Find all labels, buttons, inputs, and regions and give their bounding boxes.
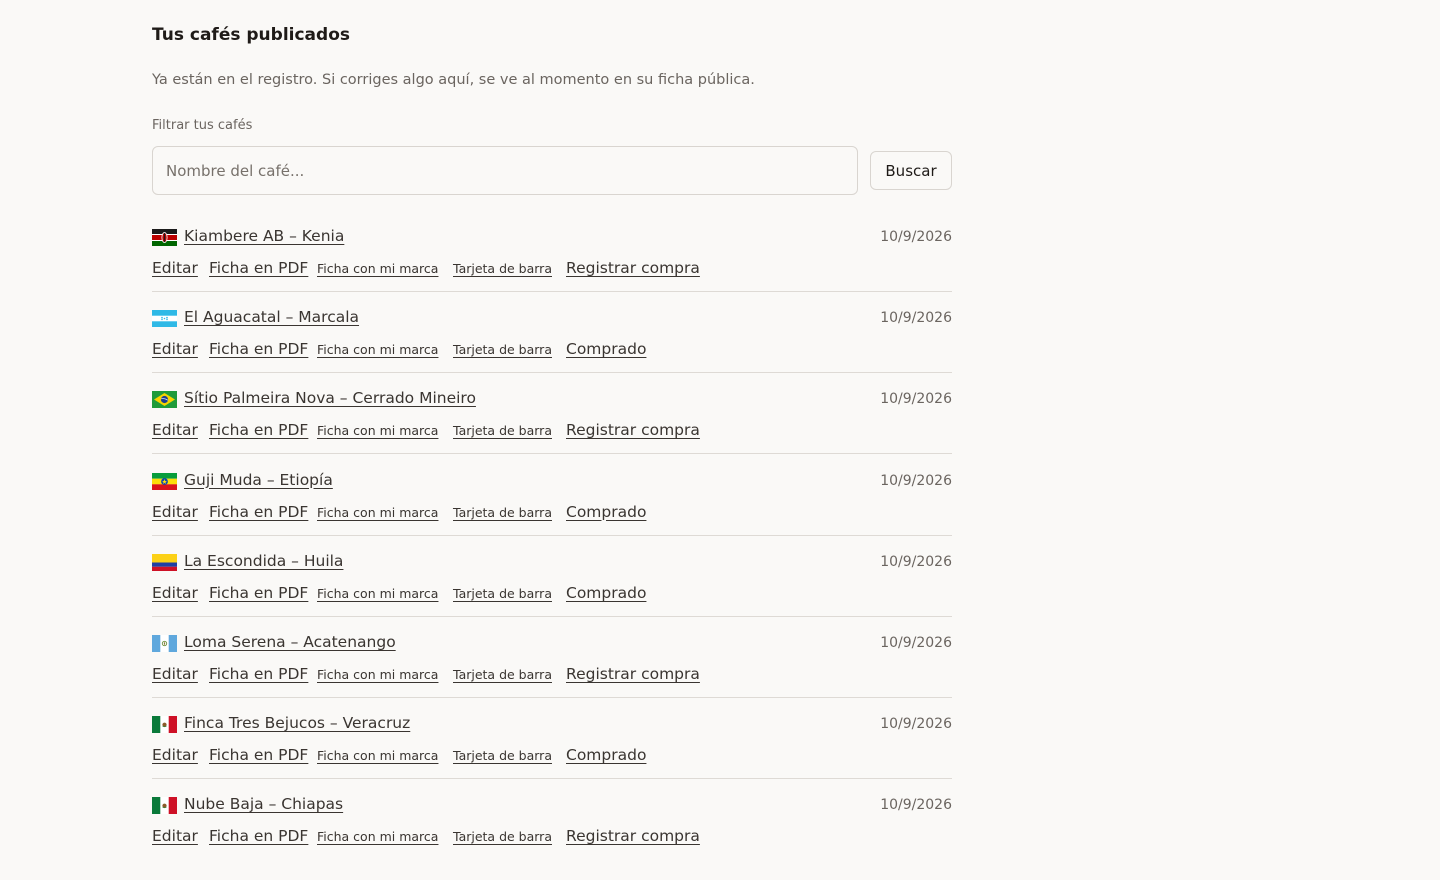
colombia-flag-icon xyxy=(152,553,177,571)
published-date: 10/9/2026 xyxy=(880,553,952,570)
brazil-flag-icon xyxy=(152,391,177,409)
coffee-name-link[interactable]: Sítio Palmeira Nova – Cerrado Mineiro xyxy=(184,389,476,407)
edit-link[interactable]: Editar xyxy=(152,827,198,845)
coffee-search-input[interactable] xyxy=(152,146,858,195)
purchased-link[interactable]: Comprado xyxy=(566,584,646,602)
branded-sheet-link[interactable]: Ficha con mi marca xyxy=(317,261,438,276)
edit-link[interactable]: Editar xyxy=(152,421,198,439)
coffee-name-link[interactable]: La Escondida – Huila xyxy=(184,552,343,570)
ethiopia-flag-icon xyxy=(152,472,177,490)
coffee-list-item: Loma Serena – Acatenango 10/9/2026 Editar F… xyxy=(152,617,952,698)
page-title: Tus cafés publicados xyxy=(152,25,350,45)
coffee-list-item: El Aguacatal – Marcala 10/9/2026 Editar Fic… xyxy=(152,292,952,374)
pdf-sheet-link[interactable]: Ficha en PDF xyxy=(209,746,308,764)
filter-label: Filtrar tus cafés xyxy=(152,118,253,133)
bar-card-link[interactable]: Tarjeta de barra xyxy=(453,423,552,438)
purchased-link[interactable]: Comprado xyxy=(566,503,646,521)
mexico-flag-icon xyxy=(152,797,177,815)
pdf-sheet-link[interactable]: Ficha en PDF xyxy=(209,584,308,602)
kenya-flag-icon xyxy=(152,229,177,246)
published-date: 10/9/2026 xyxy=(880,797,952,814)
coffee-list-item: Sítio Palmeira Nova – Cerrado Mineiro 10/… xyxy=(152,373,952,455)
branded-sheet-link[interactable]: Ficha con mi marca xyxy=(317,829,438,844)
bar-card-link[interactable]: Tarjeta de barra xyxy=(453,829,552,844)
register-purchase-link[interactable]: Registrar compra xyxy=(566,259,700,277)
search-button[interactable]: Buscar xyxy=(870,151,952,190)
edit-link[interactable]: Editar xyxy=(152,503,198,521)
coffee-list-item: Guji Muda – Etiopía 10/9/2026 Editar Ficha … xyxy=(152,455,952,536)
coffee-name-link[interactable]: Loma Serena – Acatenango xyxy=(184,633,396,651)
bar-card-link[interactable]: Tarjeta de barra xyxy=(453,505,552,520)
published-date: 10/9/2026 xyxy=(880,391,952,408)
register-purchase-link[interactable]: Registrar compra xyxy=(566,827,700,845)
published-date: 10/9/2026 xyxy=(880,472,952,489)
published-date: 10/9/2026 xyxy=(880,229,952,245)
edit-link[interactable]: Editar xyxy=(152,584,198,602)
published-date: 10/9/2026 xyxy=(880,310,952,327)
branded-sheet-link[interactable]: Ficha con mi marca xyxy=(317,423,438,438)
branded-sheet-link[interactable]: Ficha con mi marca xyxy=(317,748,438,763)
coffee-list-item: Finca Tres Bejucos – Veracruz 10/9/2026 Ed… xyxy=(152,698,952,780)
purchased-link[interactable]: Comprado xyxy=(566,746,646,764)
bar-card-link[interactable]: Tarjeta de barra xyxy=(453,667,552,682)
branded-sheet-link[interactable]: Ficha con mi marca xyxy=(317,505,438,520)
published-date: 10/9/2026 xyxy=(880,716,952,733)
coffee-name-link[interactable]: Nube Baja – Chiapas xyxy=(184,795,343,813)
edit-link[interactable]: Editar xyxy=(152,259,198,277)
published-date: 10/9/2026 xyxy=(880,635,952,651)
branded-sheet-link[interactable]: Ficha con mi marca xyxy=(317,586,438,601)
pdf-sheet-link[interactable]: Ficha en PDF xyxy=(209,665,308,683)
branded-sheet-link[interactable]: Ficha con mi marca xyxy=(317,667,438,682)
coffee-name-link[interactable]: Kiambere AB – Kenia xyxy=(184,227,344,245)
honduras-flag-icon xyxy=(152,310,177,328)
mexico-flag-icon xyxy=(152,716,177,734)
guatemala-flag-icon xyxy=(152,635,177,652)
pdf-sheet-link[interactable]: Ficha en PDF xyxy=(209,827,308,845)
edit-link[interactable]: Editar xyxy=(152,746,198,764)
register-purchase-link[interactable]: Registrar compra xyxy=(566,665,700,683)
purchased-link[interactable]: Comprado xyxy=(566,340,646,358)
coffee-list-item: La Escondida – Huila 10/9/2026 Editar Ficha… xyxy=(152,536,952,617)
pdf-sheet-link[interactable]: Ficha en PDF xyxy=(209,503,308,521)
coffee-list-item: Nube Baja – Chiapas 10/9/2026 Editar Ficha … xyxy=(152,779,952,860)
coffee-list-item: Kiambere AB – Kenia 10/9/2026 Editar Ficha … xyxy=(152,211,952,292)
edit-link[interactable]: Editar xyxy=(152,340,198,358)
register-purchase-link[interactable]: Registrar compra xyxy=(566,421,700,439)
bar-card-link[interactable]: Tarjeta de barra xyxy=(453,261,552,276)
pdf-sheet-link[interactable]: Ficha en PDF xyxy=(209,259,308,277)
page-subtitle: Ya están en el registro. Si corriges alg… xyxy=(152,72,755,88)
bar-card-link[interactable]: Tarjeta de barra xyxy=(453,586,552,601)
bar-card-link[interactable]: Tarjeta de barra xyxy=(453,748,552,763)
pdf-sheet-link[interactable]: Ficha en PDF xyxy=(209,421,308,439)
coffee-name-link[interactable]: El Aguacatal – Marcala xyxy=(184,308,359,326)
branded-sheet-link[interactable]: Ficha con mi marca xyxy=(317,342,438,357)
bar-card-link[interactable]: Tarjeta de barra xyxy=(453,342,552,357)
coffee-name-link[interactable]: Finca Tres Bejucos – Veracruz xyxy=(184,714,410,732)
pdf-sheet-link[interactable]: Ficha en PDF xyxy=(209,340,308,358)
edit-link[interactable]: Editar xyxy=(152,665,198,683)
coffee-name-link[interactable]: Guji Muda – Etiopía xyxy=(184,471,333,489)
